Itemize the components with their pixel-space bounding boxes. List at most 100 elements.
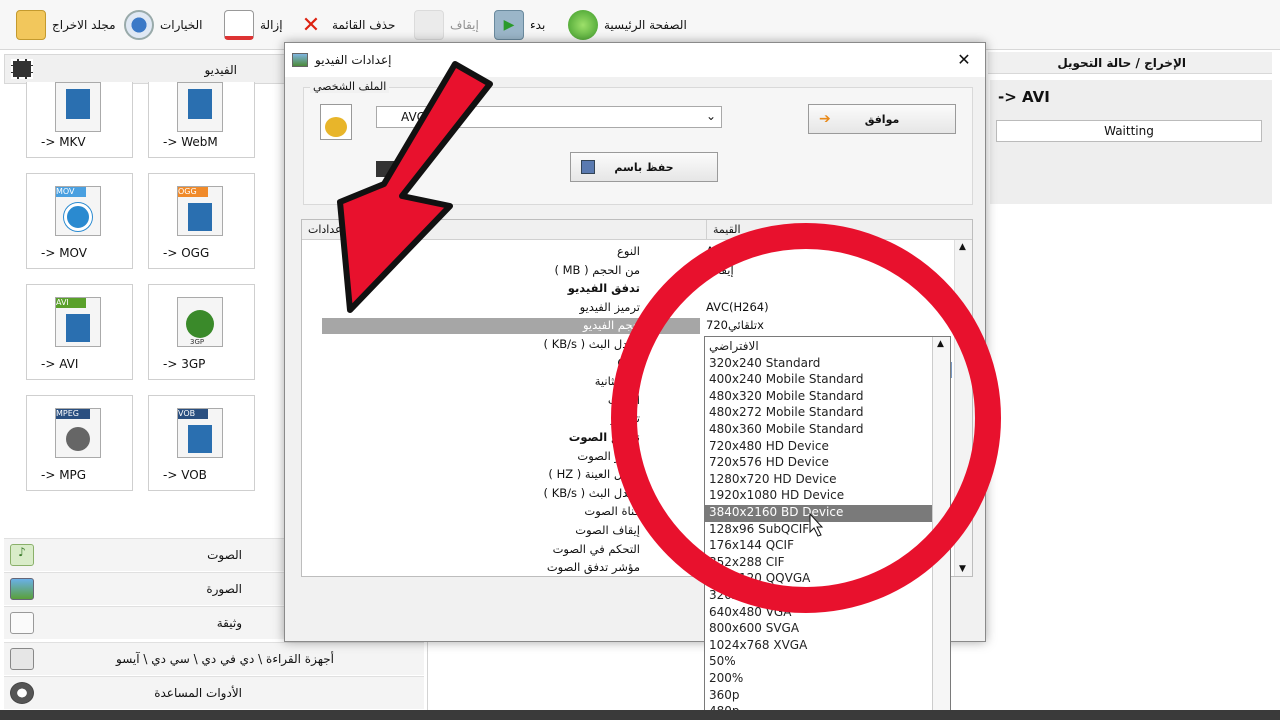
- dropdown-option[interactable]: 200%: [705, 671, 933, 688]
- profile-select-value: AVC: [401, 110, 426, 124]
- save-as-label: حفظ باسم: [614, 160, 674, 174]
- settings-row[interactable]: النوع AVI: [302, 242, 954, 260]
- dropdown-option[interactable]: 128x96 SubQCIF: [705, 522, 933, 539]
- home-button[interactable]: الصفحة الرئيسية: [568, 8, 687, 42]
- settings-scrollbar[interactable]: ▲ ▼: [954, 240, 972, 576]
- dropdown-option[interactable]: 400x240 Mobile Standard: [705, 372, 933, 389]
- dropdown-option[interactable]: 50%: [705, 654, 933, 671]
- webm-file-icon: [177, 82, 223, 132]
- category-utilities[interactable]: الأدوات المساعدة: [4, 676, 424, 709]
- format-tile-mkv[interactable]: -> MKV: [26, 82, 133, 158]
- job-status: Waitting: [996, 120, 1262, 142]
- setting-name: من الحجم ( MB ): [554, 262, 640, 277]
- avi-file-icon: AVI: [55, 297, 101, 347]
- ok-button[interactable]: ➔ موافق: [808, 104, 956, 134]
- save-as-button[interactable]: حفظ باسم: [570, 152, 718, 182]
- options-label: الخيارات: [160, 18, 203, 32]
- output-panel: الإخراج / حالة التحويل -> AVI Waitting: [988, 52, 1272, 710]
- format-tile-avi[interactable]: AVI -> AVI: [26, 284, 133, 380]
- setting-value: إيقاف: [706, 262, 734, 277]
- clear-list-button[interactable]: ✕ حذف القائمة: [296, 8, 396, 42]
- format-tile-3gp[interactable]: 3GP -> 3GP: [148, 284, 255, 380]
- format-tile-vob[interactable]: VOB -> VOB: [148, 395, 255, 491]
- clear-list-x-icon: ✕: [301, 12, 321, 38]
- profile-label: الملف الشخصي: [310, 80, 390, 93]
- disc-drive-icon: [10, 648, 34, 670]
- stop-label: إيقاف: [450, 18, 479, 32]
- dropdown-option[interactable]: 360p: [705, 688, 933, 705]
- dropdown-option[interactable]: 480x360 Mobile Standard: [705, 422, 933, 439]
- setting-name: معدل البث ( KB/s ): [543, 485, 640, 500]
- format-badge: AVI: [56, 298, 86, 308]
- format-tile-ogg[interactable]: OGG -> OGG: [148, 173, 255, 269]
- settings-row[interactable]: تدفق الفيديو: [302, 279, 954, 297]
- setting-name: في الثانية: [594, 374, 640, 389]
- format-label: -> OGG: [163, 246, 210, 260]
- dropdown-option[interactable]: 720x576 HD Device: [705, 455, 933, 472]
- settings-row[interactable]: ترميز الفيديو AVC(H264): [302, 298, 954, 316]
- dialog-title: إعدادات الفيديو: [315, 53, 392, 67]
- taskbar-strip: [0, 710, 1280, 720]
- dropdown-option[interactable]: 352x288 CIF: [705, 555, 933, 572]
- scroll-up-icon[interactable]: ▲: [937, 339, 944, 349]
- output-folder-label: مجلد الاخراج: [52, 18, 116, 32]
- start-play-icon: ▶: [494, 10, 524, 40]
- folder-icon: [16, 10, 46, 40]
- dropdown-option[interactable]: 3840x2160 BD Device: [705, 505, 933, 522]
- small-profile-icon: [376, 161, 396, 177]
- dropdown-option[interactable]: 480x320 Mobile Standard: [705, 389, 933, 406]
- output-folder-button[interactable]: مجلد الاخراج: [16, 8, 116, 42]
- category-label: الأدوات المساعدة: [154, 686, 242, 700]
- category-rom-devices[interactable]: أجهزة القراءة \ دي في دي \ سي دي \ آيسو: [4, 642, 424, 675]
- scroll-down-icon[interactable]: ▼: [959, 564, 966, 574]
- dialog-titlebar: إعدادات الفيديو ✕: [285, 43, 985, 77]
- video-category-label: الفيديو: [204, 63, 237, 77]
- dropdown-option[interactable]: الافتراضي: [705, 339, 933, 356]
- start-button[interactable]: ▶ بدء: [494, 8, 545, 42]
- dropdown-option[interactable]: 320x240 QVGA: [705, 588, 933, 605]
- ok-label: موافق: [864, 112, 900, 126]
- dropdown-option[interactable]: 160x120 QQVGA: [705, 571, 933, 588]
- settings-row[interactable]: حجم الفيديو تلقائي720x: [302, 316, 954, 335]
- setting-name: تشفير: [610, 411, 640, 426]
- dropdown-option[interactable]: 320x240 Standard: [705, 356, 933, 373]
- format-tile-mov[interactable]: MOV -> MOV: [26, 173, 133, 269]
- save-disk-icon: [581, 160, 595, 174]
- remove-label: إزالة: [260, 18, 283, 32]
- stop-icon: [414, 10, 444, 40]
- dropdown-option[interactable]: 1920x1080 HD Device: [705, 488, 933, 505]
- chevron-down-icon: ⌄: [705, 109, 716, 123]
- dropdown-option[interactable]: 480x272 Mobile Standard: [705, 405, 933, 422]
- video-size-dropdown-list[interactable]: الافتراضي 320x240 Standard 400x240 Mobile …: [704, 336, 951, 720]
- setting-name: تدفق الصوت: [568, 430, 640, 444]
- dropdown-option[interactable]: 800x600 SVGA: [705, 621, 933, 638]
- options-button[interactable]: الخيارات: [124, 8, 202, 42]
- setting-name: ترميز الصوت: [577, 448, 640, 463]
- home-globe-icon: [568, 10, 598, 40]
- category-label: أجهزة القراءة \ دي في دي \ سي دي \ آيسو: [116, 652, 334, 666]
- conversion-job[interactable]: -> AVI Waitting: [990, 80, 1272, 204]
- document-icon: [10, 612, 34, 634]
- dropdown-scrollbar[interactable]: ▲: [932, 337, 950, 720]
- category-label: الصورة: [206, 582, 242, 596]
- format-label: -> MKV: [41, 135, 86, 149]
- remove-button[interactable]: إزالة: [224, 8, 283, 42]
- close-icon[interactable]: ✕: [953, 49, 975, 71]
- dropdown-option[interactable]: 1280x720 HD Device: [705, 472, 933, 489]
- setting-name: معدل البث ( KB/s ): [543, 337, 640, 351]
- format-tile-webm[interactable]: -> WebM: [148, 82, 255, 158]
- settings-row[interactable]: من الحجم ( MB ) إيقاف: [302, 261, 954, 279]
- format-tile-mpg[interactable]: MPEG -> MPG: [26, 395, 133, 491]
- profile-select[interactable]: AVC ⌄: [376, 106, 722, 128]
- scroll-up-icon[interactable]: ▲: [959, 242, 966, 252]
- profile-group: الملف الشخصي AVC ⌄ ➔ موافق حفظ باسم: [303, 80, 973, 205]
- dropdown-option[interactable]: 720x480 HD Device: [705, 439, 933, 456]
- setting-name: النوع: [617, 244, 640, 258]
- dropdown-option[interactable]: 176x144 QCIF: [705, 538, 933, 555]
- setting-name: التحكم في الصوت: [552, 541, 640, 556]
- dropdown-option[interactable]: 640x480 VGA: [705, 605, 933, 622]
- format-badge: MPEG: [56, 409, 90, 419]
- dropdown-option[interactable]: 1024x768 XVGA: [705, 638, 933, 655]
- stop-button[interactable]: إيقاف: [414, 8, 479, 42]
- setting-value: AVI: [706, 244, 725, 258]
